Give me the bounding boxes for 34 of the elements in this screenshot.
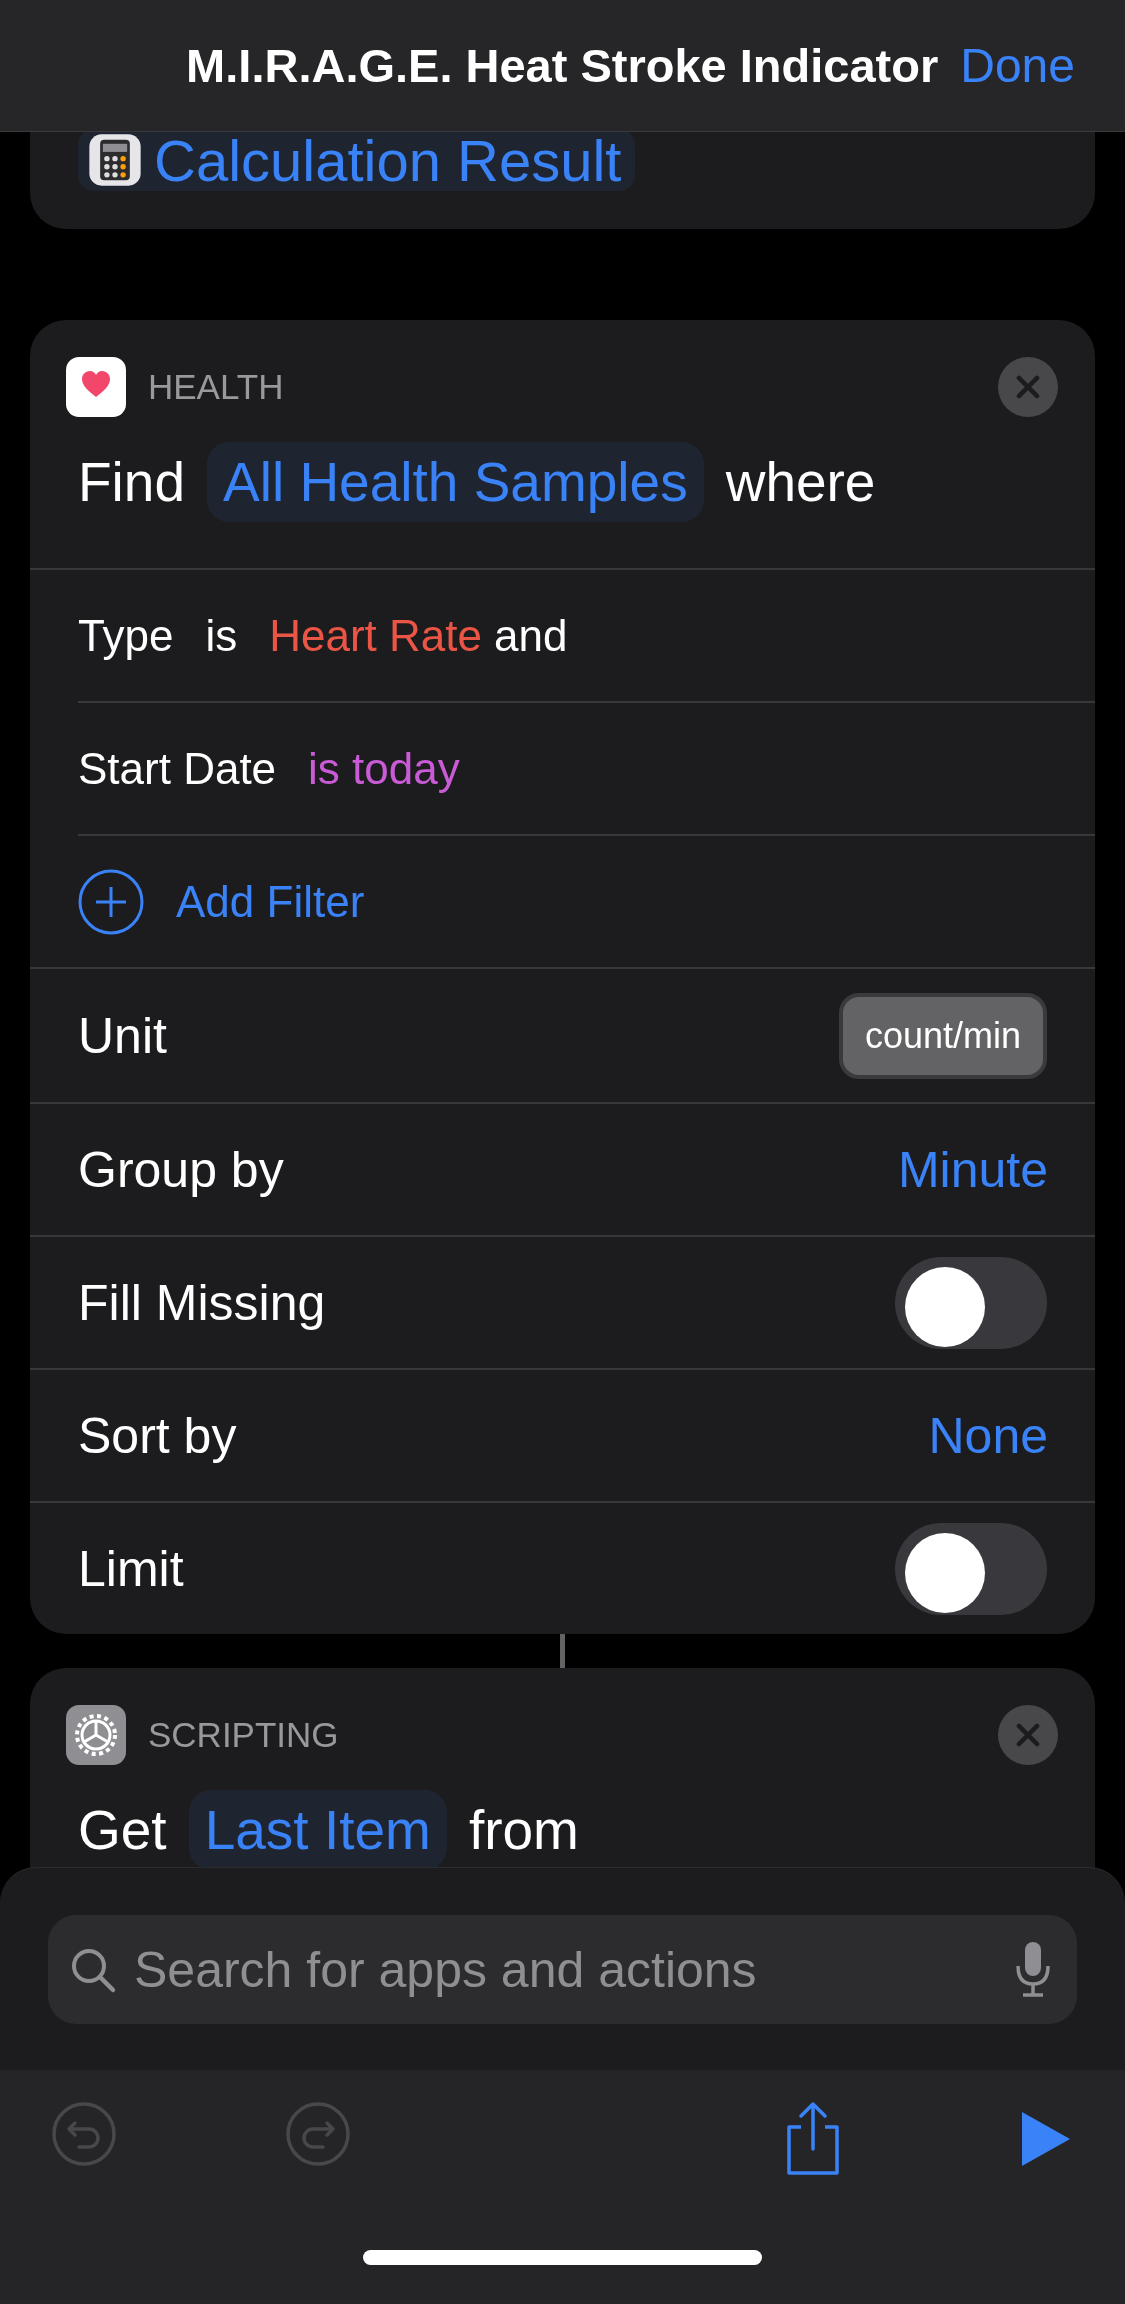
filter-text: and [493, 610, 568, 661]
close-icon [1015, 1721, 1041, 1748]
action-text: from [468, 1798, 579, 1862]
row-label: Fill Missing [78, 1273, 326, 1332]
option-link[interactable]: None [928, 1406, 1048, 1465]
row-label: Group by [78, 1140, 284, 1199]
filter-text: Type [78, 610, 174, 661]
close-icon [1015, 373, 1041, 400]
action-verb: Find [78, 450, 185, 514]
parameter-token[interactable]: Last Item [188, 1790, 447, 1870]
calculator-icon [88, 133, 142, 187]
window-title: M.I.R.A.G.E. Heat Stroke Indicator [186, 38, 939, 93]
filter-value[interactable]: Heart Rate [269, 610, 482, 661]
unit-token[interactable]: count/min [838, 992, 1047, 1079]
gear-icon [66, 1704, 126, 1765]
add-filter-button[interactable]: Add Filter [78, 868, 365, 935]
parameter-token[interactable]: All Health Samples [207, 442, 704, 522]
category-label: SCRIPTING [148, 1714, 340, 1755]
search-field[interactable]: Search for apps and actions [48, 1915, 1077, 2024]
variable-token[interactable]: Calculation Result [78, 129, 636, 191]
filter-value[interactable]: is today [308, 743, 460, 794]
done-button[interactable]: Done [960, 38, 1075, 93]
row-label: Limit [78, 1539, 184, 1598]
microphone-icon[interactable] [1013, 1939, 1053, 2000]
row-label: Sort by [78, 1406, 237, 1465]
plus-icon [78, 868, 144, 935]
row-label: Unit [78, 1006, 167, 1065]
filter-text: is [205, 610, 238, 661]
category-label: HEALTH [148, 366, 285, 407]
action-verb: Get [78, 1798, 167, 1862]
filter-text: Start Date [78, 743, 277, 794]
option-link[interactable]: Minute [897, 1140, 1048, 1199]
action-text: where [725, 450, 876, 514]
search-input[interactable]: Search for apps and actions [132, 1939, 999, 2000]
